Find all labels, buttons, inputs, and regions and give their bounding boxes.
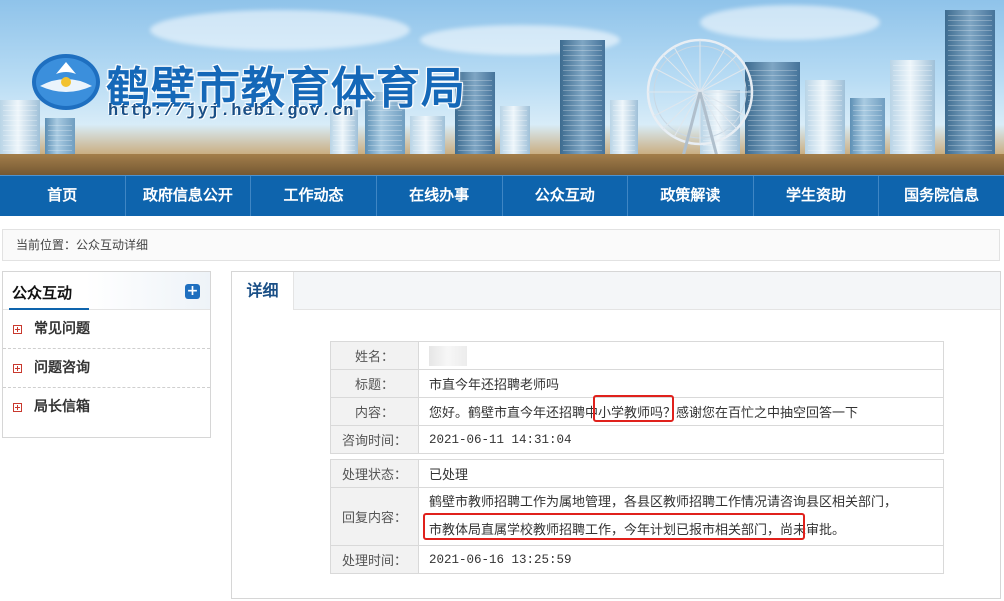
nav-item-work-news[interactable]: 工作动态 <box>251 176 377 216</box>
status-label: 处理状态： <box>330 459 419 488</box>
table-row: 姓名： <box>330 341 944 370</box>
table-row: 处理时间： 2021-06-16 13:25:59 <box>330 545 944 574</box>
plus-square-icon <box>13 364 22 373</box>
content-label: 内容： <box>330 397 419 426</box>
reply-value: 鹤壁市教师招聘工作为属地管理，各县区教师招聘工作情况请咨询县区相关部门， 市教体… <box>418 487 944 546</box>
name-label: 姓名： <box>330 341 419 370</box>
site-url: http://jyj.hebi.gov.cn <box>108 102 355 121</box>
nav-item-state-council[interactable]: 国务院信息 <box>879 176 1004 216</box>
plus-square-icon <box>13 403 22 412</box>
ask-time-value: 2021-06-11 14:31:04 <box>418 425 944 454</box>
sidebar-item-faq[interactable]: 常见问题 <box>3 310 210 349</box>
nav-item-home[interactable]: 首页 <box>0 176 126 216</box>
sidebar-item-consultation[interactable]: 问题咨询 <box>3 349 210 388</box>
content-value: 您好。鹤壁市直今年还招聘中小学教师吗？感谢您在百忙之中抽空回答一下 <box>418 397 944 426</box>
sidebar-item-director-mailbox[interactable]: 局长信箱 <box>3 388 210 427</box>
sidebar-title: 公众互动 <box>12 284 73 302</box>
title-label: 标题： <box>330 369 419 398</box>
redacted-name <box>429 345 467 366</box>
table-row: 处理状态： 已处理 <box>330 459 944 488</box>
reply-line: 鹤壁市教师招聘工作为属地管理，各县区教师招聘工作情况请咨询县区相关部门， <box>429 494 898 510</box>
bureau-logo-icon <box>32 54 100 110</box>
table-row: 内容： 您好。鹤壁市直今年还招聘中小学教师吗？感谢您在百忙之中抽空回答一下 <box>330 397 944 426</box>
sidebar: 公众互动 + 常见问题 问题咨询 局长信箱 <box>2 271 211 438</box>
header-banner: 鹤壁市教育体育局 http://jyj.hebi.gov.cn <box>0 0 1004 178</box>
handle-time-value: 2021-06-16 13:25:59 <box>418 545 944 574</box>
sidebar-item-label: 局长信箱 <box>34 399 90 415</box>
table-row: 标题： 市直今年还招聘老师吗 <box>330 369 944 398</box>
main-nav: 首页 政府信息公开 工作动态 在线办事 公众互动 政策解读 学生资助 国务院信息 <box>0 175 1004 216</box>
name-value <box>418 341 944 370</box>
sidebar-item-label: 问题咨询 <box>34 360 90 376</box>
breadcrumb: 当前位置：公众互动详细 <box>2 229 1000 261</box>
ask-time-label: 咨询时间： <box>330 425 419 454</box>
detail-table: 姓名： 标题： 市直今年还招聘老师吗 内容： 您好。鹤壁市直今年还招聘中小学教师… <box>330 341 944 574</box>
reply-line: 市教体局直属学校教师招聘工作，今年计划已报市相关部门，尚未审批。 <box>429 522 846 538</box>
nav-item-policy-interpretation[interactable]: 政策解读 <box>628 176 754 216</box>
nav-item-online-service[interactable]: 在线办事 <box>377 176 503 216</box>
ferris-wheel-illustration <box>646 38 754 169</box>
nav-item-student-aid[interactable]: 学生资助 <box>754 176 880 216</box>
plus-square-icon <box>13 325 22 334</box>
sidebar-header: 公众互动 + <box>3 272 210 310</box>
nav-item-public-interaction[interactable]: 公众互动 <box>503 176 629 216</box>
reply-label: 回复内容： <box>330 487 419 546</box>
table-row: 咨询时间： 2021-06-11 14:31:04 <box>330 425 944 454</box>
handle-time-label: 处理时间： <box>330 545 419 574</box>
table-row: 回复内容： 鹤壁市教师招聘工作为属地管理，各县区教师招聘工作情况请咨询县区相关部… <box>330 487 944 546</box>
sidebar-item-label: 常见问题 <box>34 321 90 337</box>
detail-panel-header: 详细 <box>232 272 1000 310</box>
detail-panel: 详细 姓名： 标题： 市直今年还招聘老师吗 内容： 您好。鹤壁市直今年还招聘中小… <box>231 271 1001 599</box>
plus-icon[interactable]: + <box>185 284 200 299</box>
title-value: 市直今年还招聘老师吗 <box>418 369 944 398</box>
tab-detail[interactable]: 详细 <box>232 272 294 310</box>
nav-item-gov-info[interactable]: 政府信息公开 <box>126 176 252 216</box>
status-value: 已处理 <box>418 459 944 488</box>
